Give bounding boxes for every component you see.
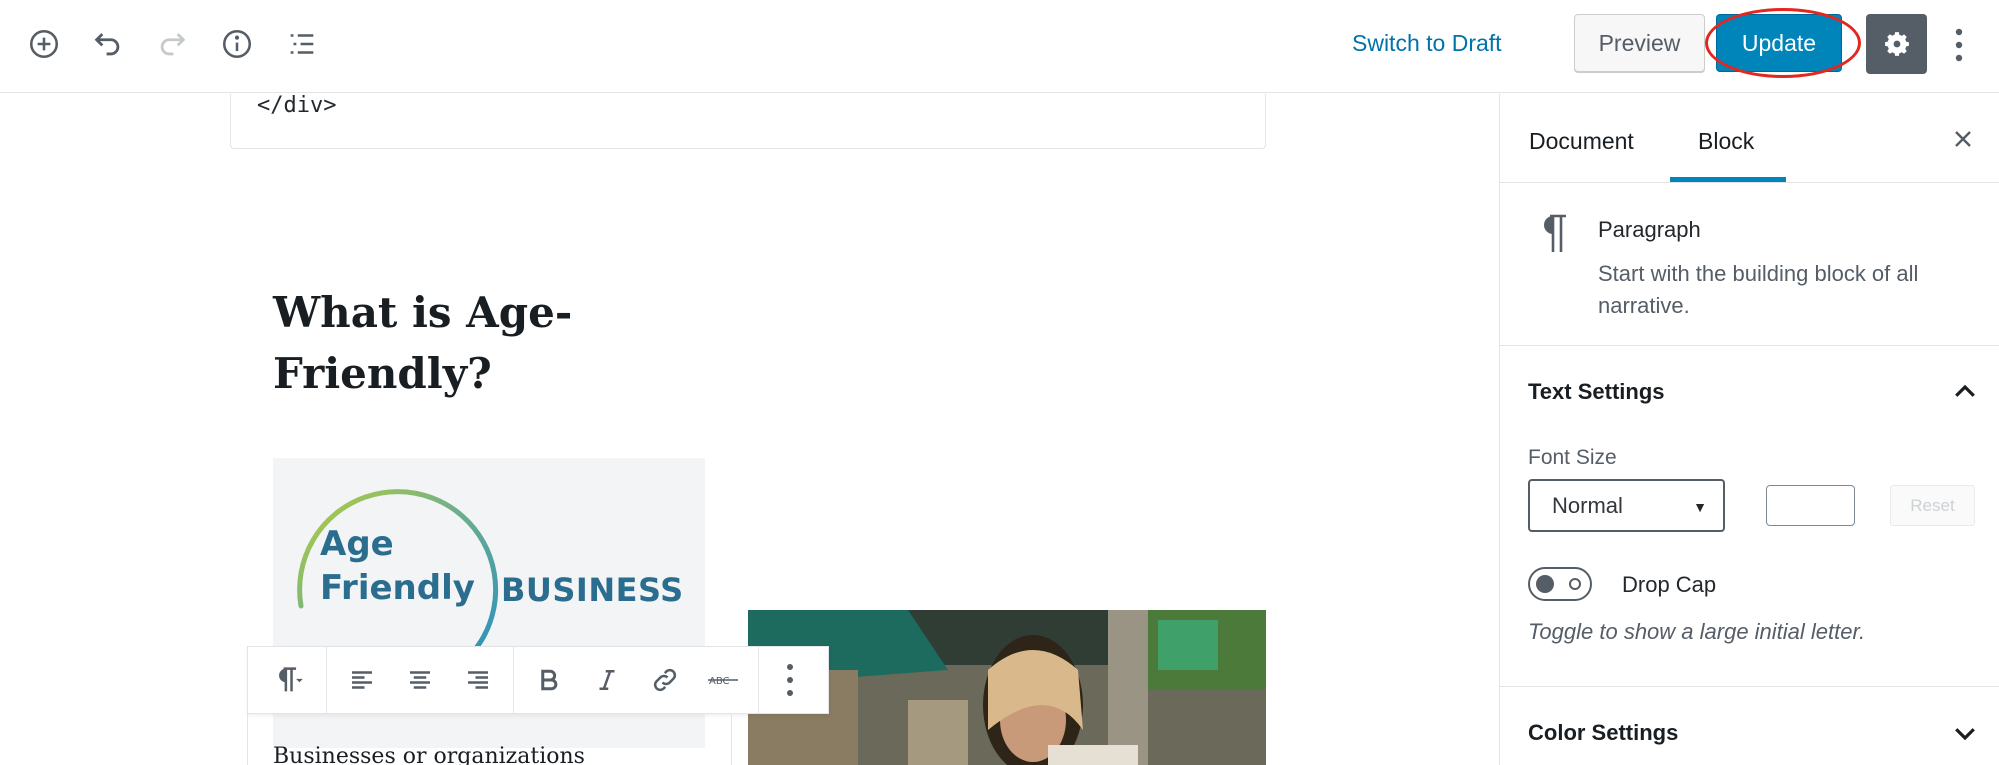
block-name: Paragraph — [1598, 217, 1701, 242]
alignment-group — [327, 647, 514, 713]
html-code-line: </div> — [257, 94, 337, 118]
drop-cap-help-text: Toggle to show a large initial letter. — [1528, 619, 1866, 644]
vertical-ellipsis-icon — [787, 664, 793, 696]
block-more-options-button[interactable] — [765, 647, 815, 713]
formatting-group: ABC — [514, 647, 759, 713]
custom-font-size-input[interactable] — [1766, 485, 1855, 526]
font-size-label: Font Size — [1528, 446, 1617, 469]
redo-icon[interactable] — [152, 24, 192, 64]
color-settings-panel: Color Settings — [1500, 688, 1999, 765]
update-button[interactable]: Update — [1716, 14, 1842, 72]
paragraph-icon — [1544, 214, 1566, 252]
vertical-ellipsis-icon — [1955, 28, 1963, 62]
chevron-down-icon[interactable] — [1950, 718, 1980, 748]
info-icon[interactable] — [217, 24, 257, 64]
align-center-button[interactable] — [391, 647, 449, 713]
editor-canvas: </div> What is Age- Friendly? Age Friend… — [0, 94, 1499, 765]
align-right-icon — [468, 671, 488, 689]
align-center-icon — [410, 671, 430, 689]
text-settings-panel: Text Settings Font Size Normal ▼ Reset D… — [1500, 347, 1999, 687]
undo-icon[interactable] — [88, 24, 128, 64]
color-settings-title[interactable]: Color Settings — [1528, 720, 1678, 746]
block-info-card: Paragraph Start with the building block … — [1500, 184, 1999, 346]
logo-text-age: Age — [320, 524, 394, 564]
drop-cap-label: Drop Cap — [1622, 572, 1717, 597]
paragraph-text[interactable]: Businesses or organizations — [273, 744, 585, 765]
block-description: Start with the building block of all nar… — [1598, 261, 1919, 318]
settings-button[interactable] — [1866, 14, 1927, 74]
align-right-button[interactable] — [449, 647, 507, 713]
align-left-button[interactable] — [333, 647, 391, 713]
italic-icon — [599, 670, 615, 690]
heading-line: What is Age- — [273, 288, 573, 337]
tab-block[interactable]: Block — [1698, 128, 1754, 155]
block-type-switcher[interactable] — [254, 647, 320, 713]
add-block-icon[interactable] — [24, 24, 64, 64]
outline-list-icon[interactable] — [282, 24, 322, 64]
align-left-icon — [352, 671, 372, 689]
toggle-off-indicator — [1569, 578, 1581, 590]
logo-text-business: BUSINESS — [501, 571, 684, 609]
editor-header: Switch to Draft Preview Update — [0, 0, 1999, 93]
more-options-button[interactable] — [1943, 20, 1975, 70]
chevron-up-icon[interactable] — [1950, 377, 1980, 407]
switch-to-draft-link[interactable]: Switch to Draft — [1352, 30, 1502, 57]
bold-button[interactable] — [520, 647, 578, 713]
reset-font-size-button[interactable]: Reset — [1890, 485, 1975, 526]
close-icon — [1955, 131, 1971, 147]
svg-text:ABC: ABC — [709, 676, 730, 687]
sidebar-tabs: Document Block — [1500, 94, 1999, 183]
logo-text-friendly: Friendly — [320, 568, 475, 608]
link-icon — [653, 668, 677, 692]
gear-icon — [1884, 32, 1909, 56]
text-settings-title[interactable]: Text Settings — [1528, 379, 1665, 405]
settings-sidebar: Document Block Paragraph Start with the … — [1499, 94, 1999, 765]
tab-document[interactable]: Document — [1529, 128, 1634, 155]
more-group — [759, 647, 821, 713]
dropdown-caret-icon: ▼ — [1693, 499, 1707, 515]
active-tab-indicator — [1670, 177, 1786, 182]
toggle-knob — [1536, 575, 1554, 593]
drop-cap-toggle[interactable] — [1528, 567, 1592, 601]
link-button[interactable] — [636, 647, 694, 713]
strikethrough-button[interactable]: ABC — [694, 647, 752, 713]
italic-button[interactable] — [578, 647, 636, 713]
block-switcher-group — [248, 647, 327, 713]
heading-line: Friendly? — [273, 349, 492, 398]
preview-button[interactable]: Preview — [1574, 14, 1705, 72]
paragraph-icon — [279, 667, 303, 692]
font-size-value: Normal — [1552, 492, 1623, 518]
heading-block[interactable]: What is Age- Friendly? — [273, 282, 693, 404]
block-toolbar: ABC — [247, 646, 829, 714]
font-size-select[interactable]: Normal ▼ — [1528, 479, 1725, 532]
strikethrough-icon: ABC — [708, 676, 738, 687]
custom-html-block[interactable]: </div> — [230, 94, 1266, 149]
bold-icon — [541, 669, 558, 691]
close-sidebar-button[interactable] — [1948, 124, 1978, 154]
